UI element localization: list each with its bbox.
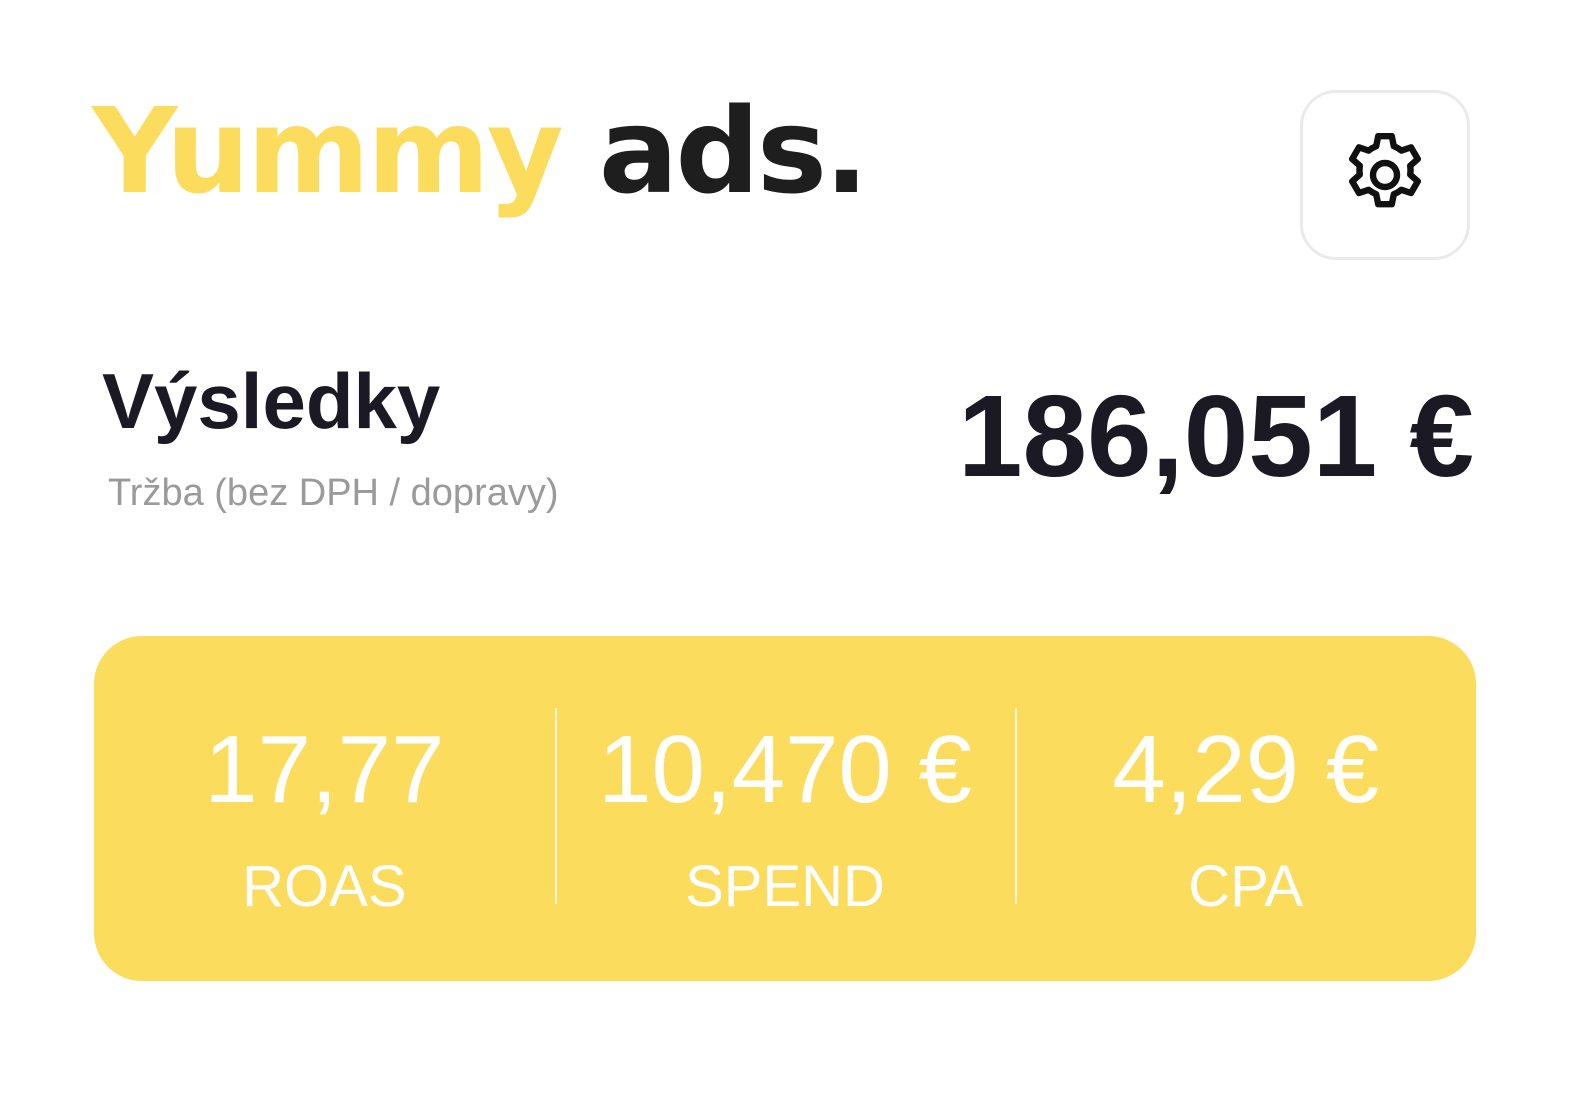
app-logo: Yummy ads. bbox=[92, 92, 869, 210]
metric-label: ROAS bbox=[242, 854, 407, 919]
metric-cpa: 4,29 € CPA bbox=[1015, 636, 1476, 981]
metric-spend: 10,470 € SPEND bbox=[554, 636, 1016, 981]
metrics-card: 17,77 ROAS 10,470 € SPEND 4,29 € CPA bbox=[94, 636, 1476, 981]
metric-value: 10,470 € bbox=[598, 716, 972, 823]
results-title: Výsledky bbox=[102, 357, 441, 445]
gear-icon bbox=[1349, 133, 1421, 208]
results-subtitle: Tržba (bez DPH / dopravy) bbox=[108, 472, 559, 514]
metric-label: SPEND bbox=[685, 854, 885, 919]
metric-roas: 17,77 ROAS bbox=[94, 636, 555, 981]
metric-label: CPA bbox=[1188, 854, 1304, 919]
settings-button[interactable] bbox=[1300, 90, 1470, 260]
revenue-value: 186,051 € bbox=[957, 371, 1474, 501]
logo-text-yummy: Yummy bbox=[92, 82, 564, 220]
metric-value: 4,29 € bbox=[1112, 716, 1380, 823]
logo-text-ads: ads. bbox=[598, 82, 869, 220]
metric-value: 17,77 bbox=[204, 716, 445, 823]
